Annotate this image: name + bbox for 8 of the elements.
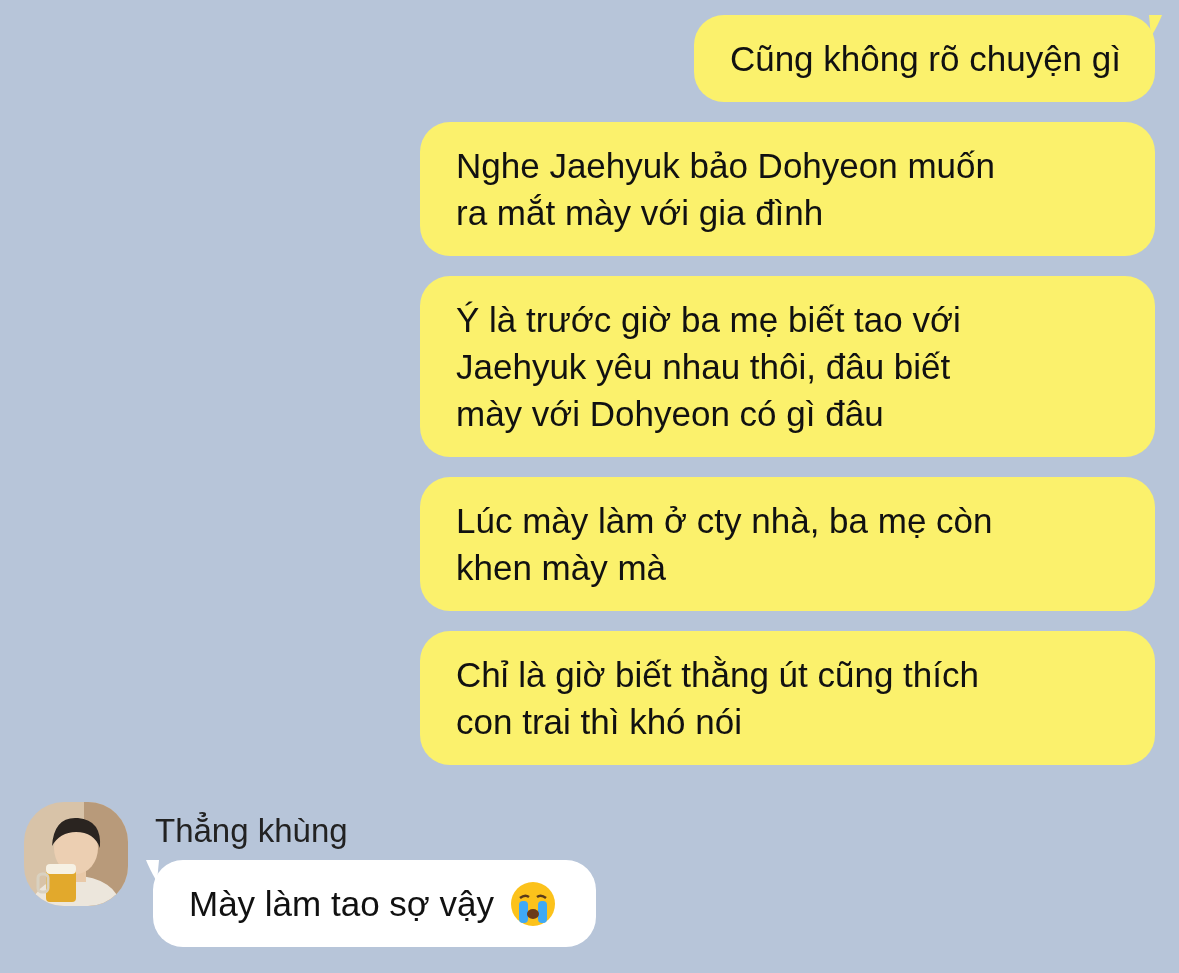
message-bubble: Lúc mày làm ở cty nhà, ba mẹ còn khen mày mà [420, 477, 1155, 611]
message-text: Mày làm tao sợ vậy [189, 883, 494, 925]
sender-name: Thẳng khùng [154, 811, 349, 851]
message-bubble: Cũng không rõ chuyện gì [693, 15, 1155, 102]
message-bubble: Ý là trước giờ ba mẹ biết tao với Jaehyuk yêu nhau thôi, đâu biết mày với Dohyeon có gì đâu [420, 276, 1155, 457]
message-bubble: Nghe Jaehyuk bảo Dohyeon muốn ra mắt mày với gia đình [420, 122, 1155, 256]
message-bubble: Chỉ là giờ biết thằng út cũng thích con trai thì khó nói [420, 631, 1155, 765]
crying-face-icon [510, 880, 556, 927]
